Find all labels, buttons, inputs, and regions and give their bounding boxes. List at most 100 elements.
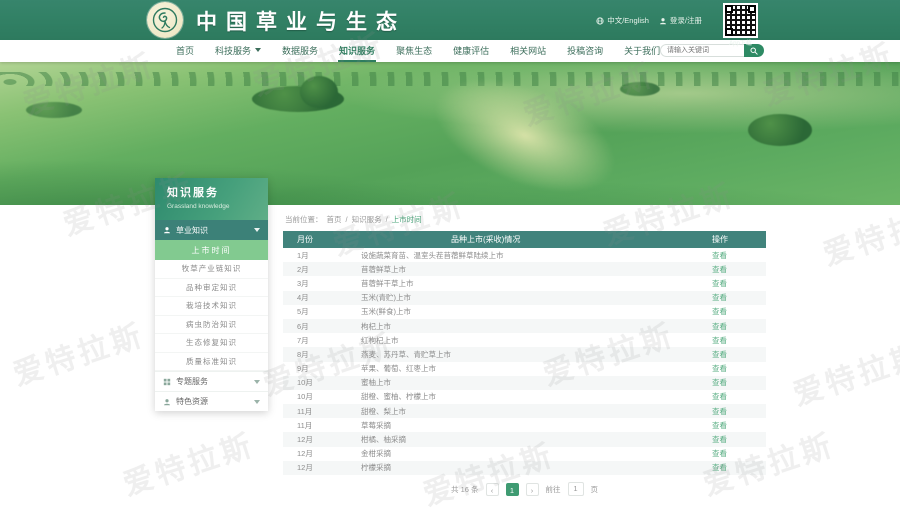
table-row: 10月甜橙、蜜柚、柠檬上市查看 <box>283 390 766 404</box>
banner-trees <box>300 76 338 108</box>
view-link[interactable]: 查看 <box>712 421 727 430</box>
view-link[interactable]: 查看 <box>712 435 727 444</box>
cell-action: 查看 <box>708 420 766 431</box>
view-link[interactable]: 查看 <box>712 350 727 359</box>
pagination-next-button[interactable]: › <box>526 483 539 496</box>
table-row: 12月金柑采摘查看 <box>283 447 766 461</box>
globe-icon <box>596 17 604 25</box>
table-row: 11月草莓采摘查看 <box>283 418 766 432</box>
view-link[interactable]: 查看 <box>712 407 727 416</box>
view-link[interactable]: 查看 <box>712 336 727 345</box>
table-row: 5月玉米(鲜食)上市查看 <box>283 305 766 319</box>
nav-item-label: 聚焦生态 <box>396 44 432 57</box>
nav-item-3[interactable]: 数据服务 <box>281 40 319 62</box>
nav-item-1[interactable]: 首页 <box>175 40 195 62</box>
sidebar-subtitle: Grassland knowledge <box>167 203 268 210</box>
sidebar-subitem-1[interactable]: 牧草产业链知识 <box>155 260 268 279</box>
column-header-variety: 品种上市(采收)情况 <box>361 234 708 245</box>
qr-pattern <box>725 5 756 36</box>
cell-month: 11月 <box>283 420 361 431</box>
cell-variety-desc: 苜蓿鲜干草上市 <box>361 278 708 289</box>
nav-item-label: 相关网站 <box>510 44 546 57</box>
nav-item-8[interactable]: 投稿咨询 <box>566 40 604 62</box>
main-navbar: 首页 科技服务数据服务知识服务 聚焦生态 健康评估 相关网站 投稿咨询 关于我们 <box>0 40 900 62</box>
cell-month: 6月 <box>283 321 361 332</box>
cell-action: 查看 <box>708 278 766 289</box>
pagination-goto-input[interactable]: 1 <box>568 482 584 496</box>
breadcrumb-separator: / <box>346 215 348 224</box>
sidebar-subitem-6[interactable]: 质量标准知识 <box>155 353 268 372</box>
cell-variety-desc: 玉米(鲜食)上市 <box>361 306 708 317</box>
sidebar-subitem-4[interactable]: 病虫防治知识 <box>155 316 268 335</box>
nav-item-4[interactable]: 知识服务 <box>338 40 376 62</box>
cell-action: 查看 <box>708 391 766 402</box>
breadcrumb-current: 上市时间 <box>392 214 422 225</box>
language-switch-label: 中文/English <box>607 15 649 26</box>
grid-icon <box>163 378 171 386</box>
login-register[interactable]: 登录/注册 <box>659 15 702 26</box>
cell-month: 8月 <box>283 349 361 360</box>
sidebar-subitem-5[interactable]: 生态修复知识 <box>155 334 268 353</box>
sidebar-item-featured-resources[interactable]: 特色资源 <box>155 391 268 411</box>
view-link[interactable]: 查看 <box>712 279 727 288</box>
pagination: 共 16 条 ‹ 1 › 前往 1 页 <box>283 482 766 496</box>
sidebar-subitem-2[interactable]: 品种审定知识 <box>155 279 268 298</box>
language-switch[interactable]: 中文/English <box>596 15 649 26</box>
view-link[interactable]: 查看 <box>712 307 727 316</box>
table-body: 1月设施蔬菜育苗、温室头茬苜蓿鲜草陆续上市查看2月苜蓿鲜草上市查看3月苜蓿鲜干草… <box>283 248 766 475</box>
view-link[interactable]: 查看 <box>712 463 727 472</box>
nav-item-7[interactable]: 相关网站 <box>509 40 547 62</box>
sidebar-subitem-3[interactable]: 栽培技术知识 <box>155 297 268 316</box>
view-link[interactable]: 查看 <box>712 392 727 401</box>
view-link[interactable]: 查看 <box>712 265 727 274</box>
qr-code <box>723 3 758 38</box>
nav-item-label: 关于我们 <box>624 44 660 57</box>
cell-month: 5月 <box>283 306 361 317</box>
view-link[interactable]: 查看 <box>712 449 727 458</box>
watermark: 爱特拉斯 <box>117 420 260 504</box>
cell-variety-desc: 蜜柚上市 <box>361 377 708 388</box>
sidebar-title: 知识服务 <box>167 184 268 200</box>
grassland-banner-image <box>0 62 900 205</box>
qr-marker <box>725 28 733 36</box>
cell-variety-desc: 红枸杞上市 <box>361 335 708 346</box>
breadcrumb-home[interactable]: 首页 <box>327 214 342 225</box>
nav-item-label: 健康评估 <box>453 44 489 57</box>
cell-action: 查看 <box>708 377 766 388</box>
site-logo[interactable] <box>147 2 183 38</box>
nav-item-label: 首页 <box>176 44 194 57</box>
cell-month: 2月 <box>283 264 361 275</box>
view-link[interactable]: 查看 <box>712 293 727 302</box>
qr-marker <box>748 5 756 13</box>
sidebar-item-grass-knowledge[interactable]: 草业知识 <box>155 220 268 240</box>
view-link[interactable]: 查看 <box>712 322 727 331</box>
pagination-page-1[interactable]: 1 <box>506 483 519 496</box>
view-link[interactable]: 查看 <box>712 364 727 373</box>
breadcrumb-section[interactable]: 知识服务 <box>352 214 382 225</box>
nav-item-2[interactable]: 科技服务 <box>214 40 262 62</box>
user-icon <box>163 398 171 406</box>
sidebar-item-label: 专题服务 <box>176 376 249 387</box>
table-row: 10月蜜柚上市查看 <box>283 376 766 390</box>
view-link[interactable]: 查看 <box>712 251 727 260</box>
nav-item-6[interactable]: 健康评估 <box>452 40 490 62</box>
pagination-goto-prefix: 前往 <box>546 484 561 495</box>
sidebar-header: 知识服务 Grassland knowledge <box>155 178 268 220</box>
pagination-prev-button[interactable]: ‹ <box>486 483 499 496</box>
cell-variety-desc: 枸杞上市 <box>361 321 708 332</box>
cell-variety-desc: 柑橘、柚采摘 <box>361 434 708 445</box>
table-row: 1月设施蔬菜育苗、温室头茬苜蓿鲜草陆续上市查看 <box>283 248 766 262</box>
pagination-goto-suffix: 页 <box>591 484 599 495</box>
nav-item-5[interactable]: 聚焦生态 <box>395 40 433 62</box>
header-links: 中文/English 登录/注册 <box>596 15 702 26</box>
sidebar-subitem-active[interactable]: 上市时间 <box>155 240 268 260</box>
sidebar-item-special-service[interactable]: 专题服务 <box>155 371 268 391</box>
cell-variety-desc: 甜橙、梨上市 <box>361 406 708 417</box>
cell-action: 查看 <box>708 306 766 317</box>
nav-item-9[interactable]: 关于我们 <box>623 40 661 62</box>
view-link[interactable]: 查看 <box>712 378 727 387</box>
cell-variety-desc: 金柑采摘 <box>361 448 708 459</box>
main-content: 当前位置： 首页 / 知识服务 / 上市时间 月份 品种上市(采收)情况 操作 … <box>283 205 766 496</box>
cell-variety-desc: 燕麦、苏丹草、青贮草上市 <box>361 349 708 360</box>
cell-variety-desc: 苹果、葡萄、红枣上市 <box>361 363 708 374</box>
